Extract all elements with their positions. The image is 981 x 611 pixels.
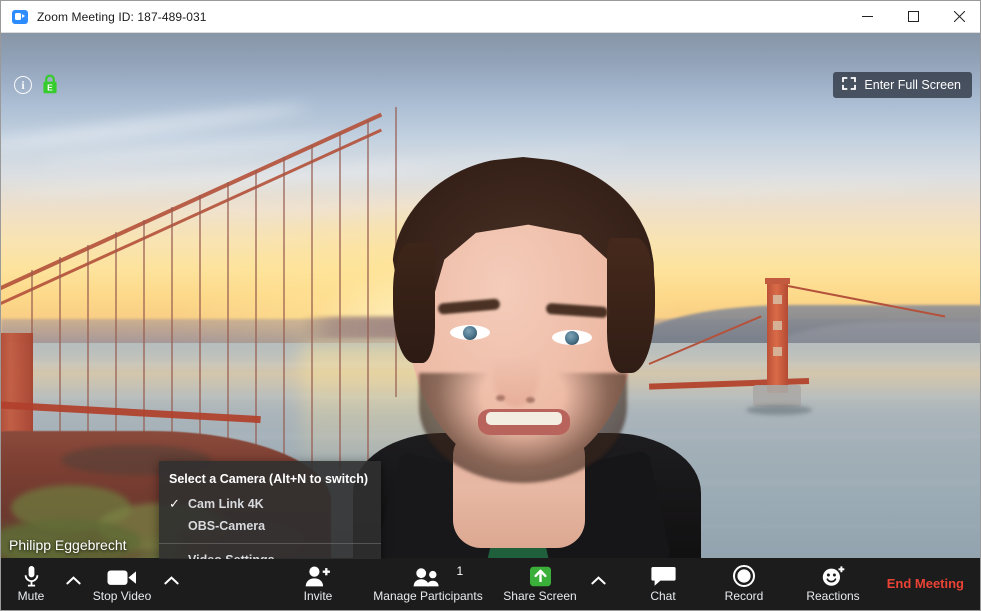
reactions-label: Reactions (806, 589, 860, 603)
microphone-icon (23, 565, 40, 587)
end-meeting-button[interactable]: End Meeting (887, 558, 980, 610)
invite-button[interactable]: Invite (274, 558, 362, 610)
title-bar: Zoom Meeting ID: 187-489-031 (1, 1, 980, 33)
manage-participants-button[interactable]: 1 Manage Participants (362, 558, 494, 610)
encryption-lock-icon[interactable]: E (42, 74, 58, 95)
participant-name-label: Philipp Eggebrecht (9, 537, 127, 553)
chat-label: Chat (650, 589, 676, 603)
record-circle-icon (733, 565, 755, 587)
share-up-arrow-icon (528, 565, 553, 587)
stop-video-label: Stop Video (92, 589, 152, 603)
share-screen-button[interactable]: Share Screen (494, 558, 586, 610)
smiley-plus-icon (821, 565, 846, 587)
invite-label: Invite (303, 589, 333, 603)
menu-item-obs-camera[interactable]: OBS-Camera (159, 515, 381, 537)
checkmark-icon: ✓ (169, 496, 180, 511)
video-camera-icon (107, 565, 137, 587)
minimize-icon[interactable] (844, 1, 890, 32)
camera-menu-header: Select a Camera (Alt+N to switch) (169, 472, 369, 486)
zoom-meeting-window: Zoom Meeting ID: 187-489-031 i E Enter F… (0, 0, 981, 611)
participant-count-badge: 1 (456, 564, 464, 578)
mute-label: Mute (17, 589, 45, 603)
enter-full-screen-label: Enter Full Screen (864, 78, 961, 92)
menu-item-video-settings[interactable]: Video Settings... (159, 549, 381, 559)
person-add-icon (305, 565, 331, 587)
menu-item-label: Cam Link 4K (188, 497, 264, 511)
audio-options-chevron-up-icon[interactable] (61, 558, 85, 610)
record-button[interactable]: Record (708, 558, 780, 610)
close-icon[interactable] (936, 1, 980, 32)
enter-full-screen-button[interactable]: Enter Full Screen (833, 72, 972, 98)
stop-video-button[interactable]: Stop Video (85, 558, 159, 610)
fullscreen-icon (842, 77, 857, 93)
chat-button[interactable]: Chat (632, 558, 694, 610)
meeting-toolbar: Mute Stop Video Invite 1 Manage Particip… (1, 558, 980, 610)
menu-item-cam-link-4k[interactable]: ✓ Cam Link 4K (159, 493, 381, 515)
people-icon: 1 (413, 564, 463, 587)
maximize-icon[interactable] (890, 1, 936, 32)
menu-item-label: Video Settings... (188, 553, 285, 559)
meeting-info-icon[interactable]: i (14, 76, 32, 94)
speech-bubble-icon (650, 565, 676, 587)
share-options-chevron-up-icon[interactable] (586, 558, 610, 610)
video-options-chevron-up-icon[interactable] (159, 558, 183, 610)
camera-context-menu: Select a Camera (Alt+N to switch) ✓ Cam … (159, 461, 381, 559)
record-label: Record (724, 589, 764, 603)
participant-video-person (1, 33, 980, 559)
menu-item-label: OBS-Camera (188, 519, 266, 533)
share-screen-label: Share Screen (503, 589, 577, 603)
menu-divider (159, 543, 381, 544)
svg-text:E: E (47, 82, 53, 92)
mute-button[interactable]: Mute (1, 558, 61, 610)
window-title: Zoom Meeting ID: 187-489-031 (37, 9, 207, 24)
video-stage[interactable]: i E Enter Full Screen Philipp Eggebrecht… (1, 33, 980, 559)
manage-participants-label: Manage Participants (373, 589, 483, 603)
reactions-button[interactable]: Reactions (792, 558, 874, 610)
zoom-camera-icon (12, 9, 28, 24)
